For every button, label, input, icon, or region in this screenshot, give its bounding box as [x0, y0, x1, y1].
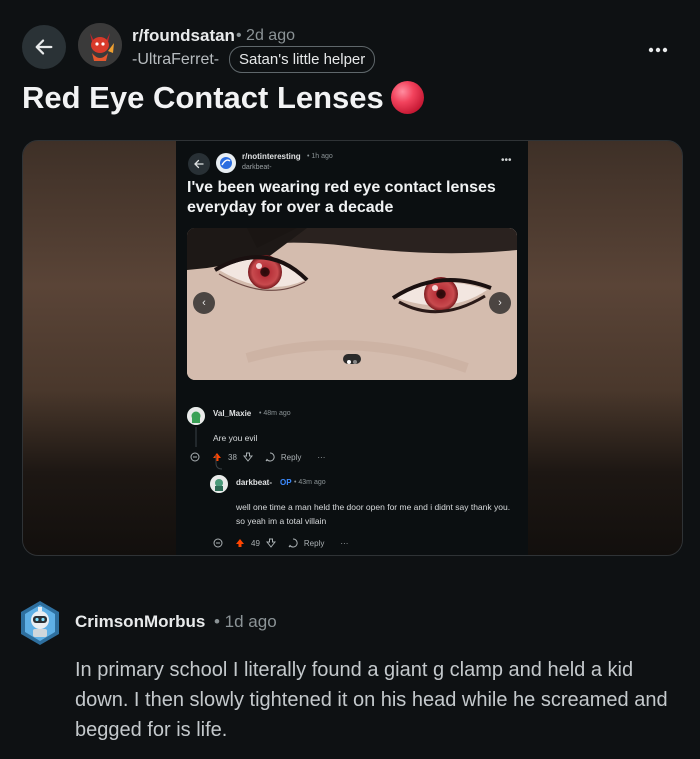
more-options-button[interactable]: [648, 36, 668, 59]
reply-icon: [288, 538, 298, 548]
embedded-time: • 1h ago: [307, 153, 333, 160]
carousel-prev-icon: ‹: [193, 292, 215, 314]
embedded-title: I've been wearing red eye contact lenses…: [187, 179, 496, 216]
robot-avatar-icon: [21, 601, 59, 645]
vote-count: 38: [228, 452, 237, 462]
downvote-icon: [242, 452, 253, 462]
commenter-avatar: [187, 407, 205, 425]
vote-count: 49: [251, 538, 260, 548]
arrow-left-icon: [35, 39, 53, 55]
carousel-next-icon: ›: [489, 292, 511, 314]
reply-time: • 43m ago: [294, 479, 326, 486]
reply-text: well one time a man held the door open f…: [236, 502, 511, 526]
red-ball-emoji: [391, 81, 424, 114]
comment-body: In primary school I literally found a gi…: [75, 659, 668, 741]
downvote-icon: [265, 538, 276, 548]
embedded-more-icon: •••: [501, 155, 512, 166]
embedded-photo: ‹ ›: [187, 228, 517, 380]
embedded-screenshot: r/notinteresting • 1h ago darkbeat- ••• …: [176, 141, 528, 555]
collapse-icon: [213, 538, 223, 548]
media-blur-right: [527, 141, 682, 555]
reply-icon: [265, 452, 275, 462]
post-author[interactable]: -UltraFerret-: [132, 51, 219, 69]
comment-author[interactable]: CrimsonMorbus: [75, 612, 205, 632]
more-horizontal-icon: [648, 47, 668, 53]
devil-mascot-icon: [78, 23, 122, 67]
reply-author: darkbeat-: [236, 478, 273, 487]
user-flair: Satan's little helper: [229, 46, 376, 73]
comment-more-icon: ···: [317, 452, 326, 462]
post-time: • 2d ago: [236, 27, 295, 44]
op-avatar: [210, 475, 228, 493]
commenter-avatar[interactable]: [18, 599, 62, 647]
media-blur-left: [23, 141, 178, 555]
post-title: Red Eye Contact Lenses: [22, 80, 384, 115]
comment-time: • 48m ago: [259, 410, 291, 417]
post-media[interactable]: r/notinteresting • 1h ago darkbeat- ••• …: [22, 140, 683, 556]
upvote-icon: [236, 539, 244, 547]
comment-author: Val_Maxie: [213, 409, 252, 418]
reply-actions: 49 Reply ···: [213, 538, 348, 548]
comment-time: • 1d ago: [214, 612, 277, 631]
comment-more-icon: ···: [340, 538, 349, 548]
thread-line: [195, 427, 223, 470]
embedded-subreddit: r/notinteresting: [242, 152, 301, 161]
subreddit-name[interactable]: r/foundsatan: [132, 26, 235, 46]
op-tag: OP: [280, 478, 292, 487]
subreddit-avatar[interactable]: [78, 23, 122, 67]
embedded-user: darkbeat-: [242, 164, 272, 171]
embedded-subreddit-icon: [216, 153, 236, 173]
reply-label: Reply: [303, 538, 325, 548]
back-button[interactable]: [22, 25, 66, 69]
reply-label: Reply: [280, 452, 302, 462]
embedded-back-icon: [188, 153, 210, 175]
carousel-dots: [343, 354, 361, 364]
